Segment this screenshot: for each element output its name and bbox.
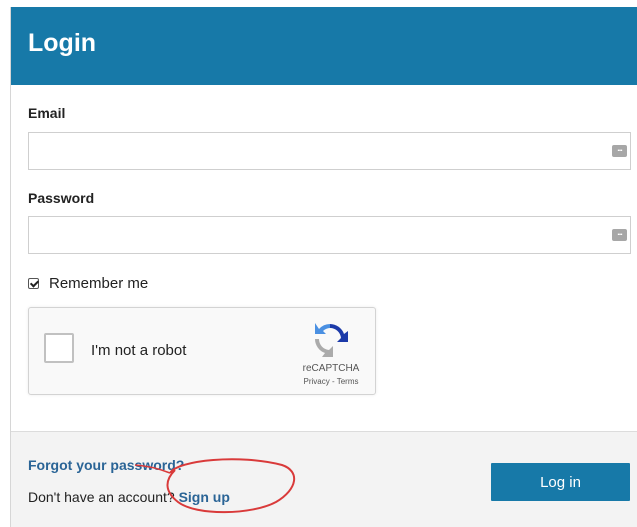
email-field-box: ... bbox=[28, 132, 631, 170]
no-account-text: Don't have an account? bbox=[28, 489, 175, 505]
password-field[interactable] bbox=[29, 217, 599, 253]
recaptcha-checkbox[interactable] bbox=[44, 333, 74, 363]
login-button[interactable]: Log in bbox=[491, 463, 630, 501]
recaptcha-brand: reCAPTCHA bbox=[302, 363, 360, 374]
forgot-password-link[interactable]: Forgot your password? bbox=[28, 457, 184, 473]
remember-me[interactable]: Remember me bbox=[28, 273, 148, 293]
recaptcha-logo-icon bbox=[315, 323, 348, 357]
login-header: Login bbox=[11, 7, 637, 85]
login-footer: Forgot your password? Don't have an acco… bbox=[11, 431, 637, 527]
recaptcha-privacy-terms[interactable]: Privacy - Terms bbox=[291, 377, 371, 386]
recaptcha-label: I'm not a robot bbox=[91, 342, 187, 359]
login-panel: Login Email ... Password ... Remember me… bbox=[10, 7, 637, 527]
recaptcha-widget: I'm not a robot reCAPTCHA Privacy - Term… bbox=[28, 307, 376, 395]
remember-me-label: Remember me bbox=[49, 274, 149, 292]
signup-link[interactable]: Sign up bbox=[179, 489, 230, 505]
dots-icon[interactable]: ... bbox=[612, 144, 627, 157]
email-label: Email bbox=[28, 105, 66, 121]
no-account-line: Don't have an account? Sign up bbox=[28, 489, 230, 505]
remember-me-checkbox[interactable] bbox=[28, 277, 39, 289]
dots-icon[interactable]: ... bbox=[612, 228, 627, 241]
password-field-box: ... bbox=[28, 216, 631, 254]
page-title: Login bbox=[28, 29, 97, 57]
password-label: Password bbox=[28, 190, 95, 206]
email-field[interactable] bbox=[29, 133, 599, 169]
